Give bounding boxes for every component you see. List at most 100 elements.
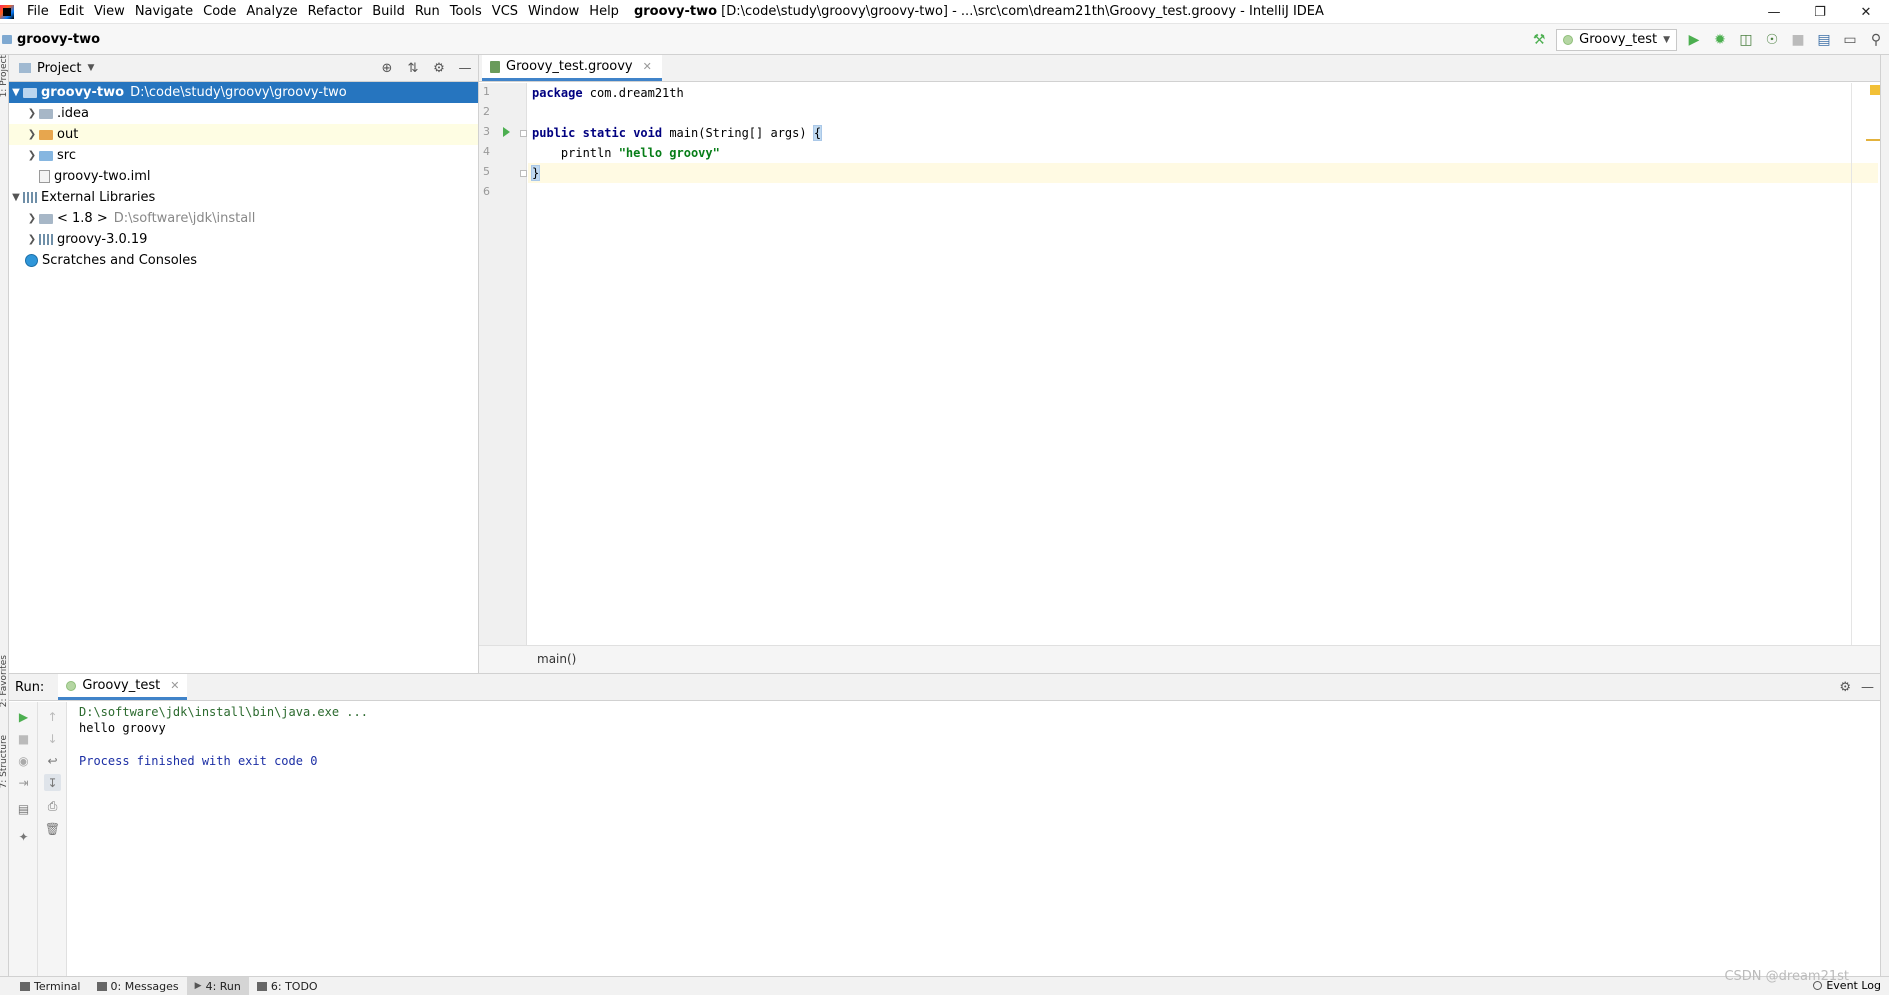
exit-icon[interactable]: ⇥ bbox=[15, 774, 32, 791]
menu-tools[interactable]: Tools bbox=[445, 0, 487, 24]
menu-code[interactable]: Code bbox=[198, 0, 241, 24]
right-tool-strip bbox=[1880, 55, 1889, 976]
hide-minus-icon[interactable]: — bbox=[456, 60, 474, 78]
editor-tab-bar: Groovy_test.groovy ✕ bbox=[479, 55, 1880, 82]
tree-item-groovy-lib[interactable]: ❯ groovy-3.0.19 bbox=[9, 229, 478, 250]
layout-icon[interactable]: ▤ bbox=[15, 800, 32, 817]
favorites-tool-button[interactable]: 2: Favorites bbox=[0, 655, 9, 707]
minimize-button[interactable]: — bbox=[1751, 0, 1797, 24]
tree-item-label: src bbox=[57, 148, 76, 163]
menu-navigate[interactable]: Navigate bbox=[130, 0, 198, 24]
structure-tool-button[interactable]: 7: Structure bbox=[0, 735, 9, 789]
editor-gutter: 1 2 3 4 5 6 bbox=[479, 83, 527, 645]
menu-file[interactable]: File bbox=[22, 0, 54, 24]
tab-groovy-test[interactable]: Groovy_test.groovy ✕ bbox=[482, 55, 662, 81]
run-gutter-icon[interactable] bbox=[503, 127, 510, 137]
print-icon[interactable]: ⎙ bbox=[44, 798, 61, 815]
run-with-coverage-icon[interactable]: ◫ bbox=[1733, 27, 1759, 53]
tree-item-scratches[interactable]: Scratches and Consoles bbox=[9, 250, 478, 271]
console-output-line: hello groovy bbox=[79, 721, 166, 735]
trash-icon[interactable]: 🗑 bbox=[44, 820, 61, 837]
collapse-all-icon[interactable]: ⇅ bbox=[404, 60, 422, 78]
menu-refactor[interactable]: Refactor bbox=[303, 0, 368, 24]
console-output[interactable]: D:\software\jdk\install\bin\java.exe ...… bbox=[67, 702, 1880, 977]
tree-item-src[interactable]: ❯ src bbox=[9, 145, 478, 166]
pin-icon[interactable]: ✦ bbox=[15, 828, 32, 845]
editor-breadcrumb[interactable]: main() bbox=[479, 645, 1880, 673]
chevron-right-icon[interactable]: ❯ bbox=[25, 108, 39, 119]
up-arrow-icon[interactable]: ↑ bbox=[44, 708, 61, 725]
terminal-window-icon[interactable]: ▭ bbox=[1837, 27, 1863, 53]
chevron-down-icon[interactable]: ▼ bbox=[9, 192, 23, 203]
run-panel-label: Run: bbox=[15, 679, 45, 695]
gear-icon[interactable]: ⚙ bbox=[1839, 680, 1851, 695]
tree-item-out[interactable]: ❯ out bbox=[9, 124, 478, 145]
build-hammer-icon[interactable]: ⚒ bbox=[1526, 27, 1552, 53]
chevron-down-icon[interactable]: ▼ bbox=[87, 63, 94, 73]
menu-edit[interactable]: Edit bbox=[54, 0, 89, 24]
tab-label: Groovy_test.groovy bbox=[506, 59, 633, 74]
tree-item-external-libraries[interactable]: ▼ External Libraries bbox=[9, 187, 478, 208]
inspection-warning-icon[interactable] bbox=[1870, 85, 1880, 95]
project-tool-button[interactable]: 1: Project bbox=[0, 55, 9, 97]
project-panel-title[interactable]: Project bbox=[37, 61, 81, 76]
menu-build[interactable]: Build bbox=[367, 0, 410, 24]
fold-icon[interactable] bbox=[520, 130, 527, 137]
scrollbar-marker[interactable] bbox=[1866, 139, 1880, 141]
search-icon[interactable]: ⚲ bbox=[1863, 27, 1889, 53]
tree-item-iml[interactable]: groovy-two.iml bbox=[9, 166, 478, 187]
debug-icon[interactable]: ✹ bbox=[1707, 27, 1733, 53]
menu-help[interactable]: Help bbox=[584, 0, 624, 24]
run-icon: ▶ bbox=[194, 981, 202, 991]
chevron-right-icon[interactable]: ❯ bbox=[25, 213, 39, 224]
menu-view[interactable]: View bbox=[89, 0, 130, 24]
line-number: 1 bbox=[483, 85, 490, 98]
run-tool-button[interactable]: ▶ 4: Run bbox=[186, 976, 249, 995]
restore-button[interactable]: ❐ bbox=[1797, 0, 1843, 24]
code-keyword: package bbox=[532, 86, 583, 100]
run-tab-groovy-test[interactable]: Groovy_test ✕ bbox=[58, 674, 188, 700]
nav-project-name[interactable]: groovy-two bbox=[17, 32, 100, 47]
tree-item-groovy-two[interactable]: ▼ groovy-two D:\code\study\groovy\groovy… bbox=[9, 82, 478, 103]
iml-file-icon bbox=[39, 170, 50, 183]
close-button[interactable]: ✕ bbox=[1843, 0, 1889, 24]
down-arrow-icon[interactable]: ↓ bbox=[44, 730, 61, 747]
tree-item-jdk[interactable]: ❯ < 1.8 > D:\software\jdk\install bbox=[9, 208, 478, 229]
terminal-tool-button[interactable]: Terminal bbox=[12, 977, 89, 995]
chevron-down-icon[interactable]: ▼ bbox=[9, 87, 23, 98]
messages-icon bbox=[96, 981, 107, 991]
profile-icon[interactable]: ☉ bbox=[1759, 27, 1785, 53]
soft-wrap-icon[interactable]: ↩ bbox=[44, 752, 61, 769]
close-icon[interactable]: ✕ bbox=[170, 679, 179, 692]
menu-vcs[interactable]: VCS bbox=[487, 0, 523, 24]
stop-icon[interactable]: ■ bbox=[15, 730, 32, 747]
hide-minus-icon[interactable]: — bbox=[1861, 680, 1874, 695]
camera-icon[interactable]: ◉ bbox=[15, 752, 32, 769]
run-icon[interactable]: ▶ bbox=[1681, 27, 1707, 53]
scroll-to-end-icon[interactable]: ↧ bbox=[44, 774, 61, 791]
messages-tool-button[interactable]: 0: Messages bbox=[89, 977, 187, 995]
code-area[interactable]: package com.dream21th public static void… bbox=[528, 83, 1878, 645]
tree-item-idea[interactable]: ❯ .idea bbox=[9, 103, 478, 124]
fold-icon[interactable] bbox=[520, 170, 527, 177]
terminal-icon bbox=[20, 981, 30, 991]
menu-run[interactable]: Run bbox=[410, 0, 445, 24]
line-number: 4 bbox=[483, 145, 490, 158]
chevron-right-icon[interactable]: ❯ bbox=[25, 129, 39, 140]
chevron-right-icon[interactable]: ❯ bbox=[25, 234, 39, 245]
gear-icon[interactable]: ⚙ bbox=[430, 60, 448, 78]
locate-target-icon[interactable]: ⊕ bbox=[378, 60, 396, 78]
menu-window[interactable]: Window bbox=[523, 0, 584, 24]
run-configuration-select[interactable]: Groovy_test ▼ bbox=[1556, 28, 1677, 51]
line-number: 2 bbox=[483, 105, 490, 118]
code-keyword: static bbox=[582, 126, 626, 140]
menu-analyze[interactable]: Analyze bbox=[241, 0, 302, 24]
project-structure-icon[interactable]: ▤ bbox=[1811, 27, 1837, 53]
code-line: println "hello groovy" bbox=[528, 143, 1878, 163]
close-icon[interactable]: ✕ bbox=[643, 60, 652, 73]
project-view-icon bbox=[19, 63, 31, 73]
chevron-right-icon[interactable]: ❯ bbox=[25, 150, 39, 161]
stop-icon[interactable]: ■ bbox=[1785, 27, 1811, 53]
rerun-icon[interactable]: ▶ bbox=[15, 708, 32, 725]
todo-tool-button[interactable]: 6: TODO bbox=[249, 977, 326, 995]
